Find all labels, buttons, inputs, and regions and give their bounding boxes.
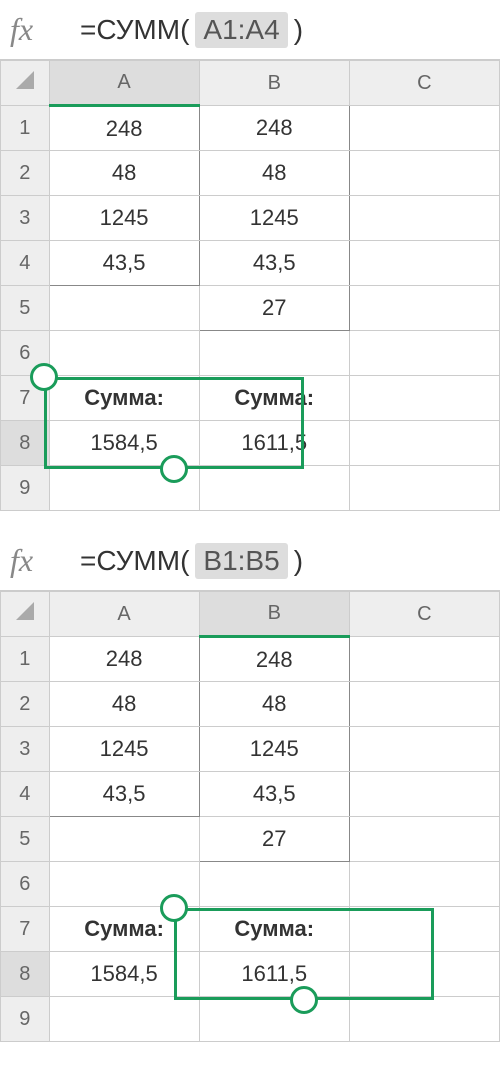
cell-A8[interactable]: 1584,5 — [49, 952, 199, 997]
row-header-8[interactable]: 8 — [1, 952, 50, 997]
cell-C4[interactable] — [349, 241, 499, 286]
selection-handle-bottom-right[interactable] — [290, 986, 318, 1014]
cell-C1[interactable] — [349, 106, 499, 151]
cell-B5[interactable]: 27 — [199, 286, 349, 331]
cell-B9[interactable] — [199, 466, 349, 511]
selection-handle-bottom-right[interactable] — [160, 455, 188, 483]
col-header-A[interactable]: A — [49, 592, 199, 637]
formula-suffix: ) — [294, 14, 303, 46]
cell-A4[interactable]: 43,5 — [49, 772, 199, 817]
cell-B3[interactable]: 1245 — [199, 196, 349, 241]
row-header-4[interactable]: 4 — [1, 772, 50, 817]
cell-C5[interactable] — [349, 286, 499, 331]
col-header-C[interactable]: C — [349, 61, 499, 106]
cell-B9[interactable] — [199, 997, 349, 1042]
formula-prefix: =СУММ( — [80, 14, 189, 46]
cell-B2[interactable]: 48 — [199, 682, 349, 727]
row-header-6[interactable]: 6 — [1, 862, 50, 907]
cell-A7[interactable]: Сумма: — [49, 376, 199, 421]
formula-input[interactable]: =СУММ( A1:A4 ) — [80, 12, 303, 48]
row-header-1[interactable]: 1 — [1, 106, 50, 151]
fx-icon[interactable]: fx — [10, 542, 60, 579]
cell-C9[interactable] — [349, 997, 499, 1042]
cell-C4[interactable] — [349, 772, 499, 817]
formula-input[interactable]: =СУММ( B1:B5 ) — [80, 543, 303, 579]
cell-B8[interactable]: 1611,5 — [199, 952, 349, 997]
col-header-C[interactable]: C — [349, 592, 499, 637]
selection-handle-top-left[interactable] — [160, 894, 188, 922]
cell-A6[interactable] — [49, 331, 199, 376]
grid: A B C 1 248 248 2 48 48 3 1245 1245 4 43… — [0, 60, 500, 511]
formula-range: B1:B5 — [195, 543, 287, 579]
row-header-9[interactable]: 9 — [1, 997, 50, 1042]
row-header-9[interactable]: 9 — [1, 466, 50, 511]
cell-A1[interactable]: 248 — [49, 637, 199, 682]
cell-B2[interactable]: 48 — [199, 151, 349, 196]
cell-C1[interactable] — [349, 637, 499, 682]
cell-B1[interactable]: 248 — [199, 106, 349, 151]
col-header-B[interactable]: B — [199, 61, 349, 106]
spreadsheet-panel-1: fx =СУММ( A1:A4 ) A B C 1 248 248 2 48 4… — [0, 0, 500, 511]
row-header-2[interactable]: 2 — [1, 151, 50, 196]
cell-A1[interactable]: 248 — [49, 106, 199, 151]
cell-A9[interactable] — [49, 997, 199, 1042]
cell-C9[interactable] — [349, 466, 499, 511]
cell-C8[interactable] — [349, 421, 499, 466]
cell-C7[interactable] — [349, 376, 499, 421]
cell-C8[interactable] — [349, 952, 499, 997]
cell-C2[interactable] — [349, 682, 499, 727]
cell-B5[interactable]: 27 — [199, 817, 349, 862]
cell-A3[interactable]: 1245 — [49, 727, 199, 772]
cell-A5[interactable] — [49, 286, 199, 331]
cell-A2[interactable]: 48 — [49, 151, 199, 196]
formula-bar: fx =СУММ( A1:A4 ) — [0, 0, 500, 60]
cell-B3[interactable]: 1245 — [199, 727, 349, 772]
cell-A3[interactable]: 1245 — [49, 196, 199, 241]
cell-C7[interactable] — [349, 907, 499, 952]
row-header-7[interactable]: 7 — [1, 907, 50, 952]
select-all-corner[interactable] — [1, 61, 50, 106]
select-all-corner[interactable] — [1, 592, 50, 637]
cell-C6[interactable] — [349, 331, 499, 376]
formula-range: A1:A4 — [195, 12, 287, 48]
col-header-A[interactable]: A — [49, 61, 199, 106]
formula-bar: fx =СУММ( B1:B5 ) — [0, 531, 500, 591]
cell-A4[interactable]: 43,5 — [49, 241, 199, 286]
col-header-B[interactable]: B — [199, 592, 349, 637]
cell-B6[interactable] — [199, 331, 349, 376]
cell-B7[interactable]: Сумма: — [199, 376, 349, 421]
formula-prefix: =СУММ( — [80, 545, 189, 577]
cell-B1[interactable]: 248 — [199, 637, 349, 682]
row-header-8[interactable]: 8 — [1, 421, 50, 466]
row-header-2[interactable]: 2 — [1, 682, 50, 727]
row-header-5[interactable]: 5 — [1, 286, 50, 331]
grid: A B C 1 248 248 2 48 48 3 1245 1245 4 43… — [0, 591, 500, 1042]
cell-C3[interactable] — [349, 196, 499, 241]
cell-B4[interactable]: 43,5 — [199, 241, 349, 286]
cell-B6[interactable] — [199, 862, 349, 907]
cell-C3[interactable] — [349, 727, 499, 772]
selection-handle-top-left[interactable] — [30, 363, 58, 391]
spreadsheet-panel-2: fx =СУММ( B1:B5 ) A B C 1 248 248 2 48 4… — [0, 531, 500, 1042]
row-header-3[interactable]: 3 — [1, 727, 50, 772]
row-header-5[interactable]: 5 — [1, 817, 50, 862]
cell-C6[interactable] — [349, 862, 499, 907]
cell-B8[interactable]: 1611,5 — [199, 421, 349, 466]
row-header-4[interactable]: 4 — [1, 241, 50, 286]
cell-A2[interactable]: 48 — [49, 682, 199, 727]
row-header-3[interactable]: 3 — [1, 196, 50, 241]
formula-suffix: ) — [294, 545, 303, 577]
cell-C2[interactable] — [349, 151, 499, 196]
cell-B7[interactable]: Сумма: — [199, 907, 349, 952]
fx-icon[interactable]: fx — [10, 11, 60, 48]
cell-B4[interactable]: 43,5 — [199, 772, 349, 817]
row-header-1[interactable]: 1 — [1, 637, 50, 682]
cell-C5[interactable] — [349, 817, 499, 862]
cell-A5[interactable] — [49, 817, 199, 862]
